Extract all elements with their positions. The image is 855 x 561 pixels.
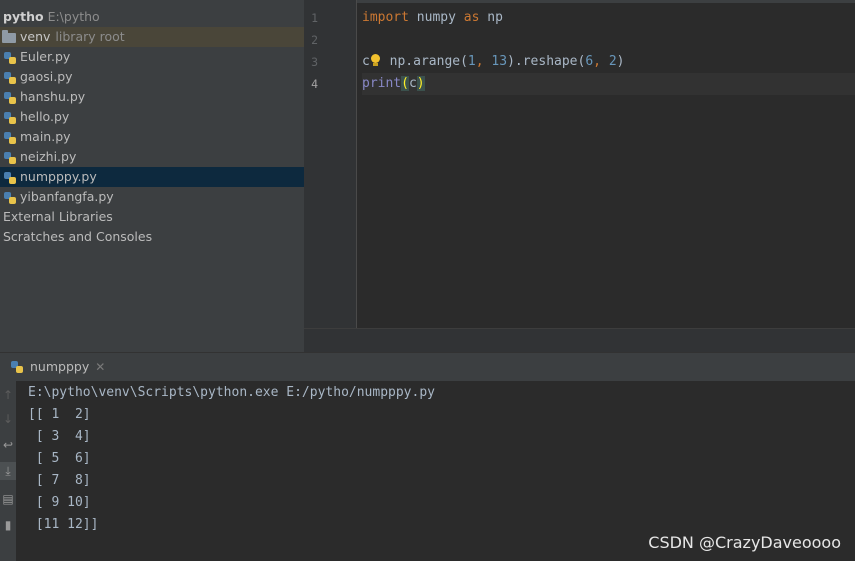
line-number-gutter: 1 2 3 4: [304, 0, 357, 328]
tree-item-external-libraries[interactable]: External Libraries: [0, 207, 304, 227]
number-literal: 6: [585, 54, 594, 69]
line-number-current: 4: [311, 77, 318, 91]
console-line: [ 5 6]: [28, 451, 91, 466]
file-label: yibanfangfa.py: [20, 189, 114, 204]
line-number: 3: [311, 55, 318, 69]
print-argument: c: [408, 76, 417, 91]
builtin-print: print: [362, 76, 402, 91]
file-label: hanshu.py: [20, 89, 86, 104]
python-file-icon: [4, 132, 16, 144]
code-line-4[interactable]: print(c): [362, 73, 855, 95]
print-icon[interactable]: ▤: [0, 490, 16, 508]
soft-wrap-icon[interactable]: ↩: [0, 436, 16, 454]
arrow-up-icon[interactable]: ↑: [0, 386, 16, 404]
tree-item-file[interactable]: neizhi.py: [0, 147, 304, 167]
console-output[interactable]: E:\pytho\venv\Scripts\python.exe E:/pyth…: [28, 382, 435, 536]
scroll-to-end-icon[interactable]: ⤓: [0, 462, 16, 480]
python-file-icon: [4, 52, 16, 64]
module-name: numpy: [408, 10, 464, 25]
editor-tab-strip: [304, 0, 855, 3]
paren-open: (: [401, 76, 409, 91]
venv-label: venv: [20, 29, 51, 44]
line-number: 2: [311, 33, 318, 47]
python-run-icon: [11, 361, 23, 373]
tree-item-file[interactable]: hanshu.py: [0, 87, 304, 107]
watermark: CSDN @CrazyDaveoooo: [648, 533, 841, 552]
code-text: ): [616, 54, 625, 69]
keyword-import: import: [362, 10, 409, 25]
python-file-icon: [4, 112, 16, 124]
run-tab-bar: numpppy ✕: [0, 352, 855, 381]
keyword-as: as: [463, 10, 480, 25]
project-name: pytho: [3, 9, 44, 24]
file-label: numpppy.py: [20, 169, 97, 184]
console-line: [ 7 8]: [28, 473, 91, 488]
trash-icon[interactable]: ▮: [0, 516, 16, 534]
tree-item-file-selected[interactable]: numpppy.py: [0, 167, 304, 187]
tree-item-file[interactable]: main.py: [0, 127, 304, 147]
arrow-down-icon[interactable]: ↓: [0, 410, 16, 428]
run-tab-numpppy[interactable]: numpppy ✕: [0, 353, 113, 381]
tree-root[interactable]: pytho E:\pytho: [0, 7, 304, 27]
file-label: hello.py: [20, 109, 70, 124]
console-line: [[ 1 2]: [28, 407, 91, 422]
run-tool-window: numpppy ✕ ↑ ↓ ↩ ⤓ ▤ ▮ E:\pytho\venv\Scrip…: [0, 352, 855, 561]
python-file-icon: [4, 72, 16, 84]
line-number: 1: [311, 11, 318, 25]
number-literal: 13: [491, 54, 508, 69]
external-libraries-label: External Libraries: [3, 209, 113, 224]
scratches-label: Scratches and Consoles: [3, 229, 153, 244]
module-alias: np: [479, 10, 503, 25]
comma: ,: [593, 54, 609, 69]
tree-item-venv[interactable]: venv library root: [0, 27, 304, 47]
tree-item-file[interactable]: yibanfangfa.py: [0, 187, 304, 207]
folder-icon: [2, 30, 16, 43]
number-literal: 1: [467, 54, 476, 69]
file-label: Euler.py: [20, 49, 71, 64]
python-file-icon: [4, 92, 16, 104]
code-line-3[interactable]: c np.arange(1, 13).reshape(6, 2): [362, 51, 624, 73]
project-tool-window: pytho E:\pytho venv library root Euler.py …: [0, 0, 304, 352]
code-text: ).reshape(: [507, 54, 586, 69]
variable-c: c: [362, 54, 370, 69]
file-label: main.py: [20, 129, 71, 144]
file-label: neizhi.py: [20, 149, 77, 164]
code-text: np.arange(: [381, 54, 468, 69]
paren-close: ): [416, 76, 425, 91]
console-line: [ 3 4]: [28, 429, 91, 444]
lightbulb-icon[interactable]: [370, 54, 382, 66]
python-file-icon: [4, 172, 16, 184]
close-icon[interactable]: ✕: [95, 360, 105, 374]
console-line: [ 9 10]: [28, 495, 91, 510]
console-line: [11 12]]: [28, 517, 99, 532]
venv-hint: library root: [55, 29, 125, 44]
run-toolbar: ↑ ↓ ↩ ⤓ ▤ ▮: [0, 380, 16, 561]
tree-item-file[interactable]: hello.py: [0, 107, 304, 127]
console-command: E:\pytho\venv\Scripts\python.exe E:/pyth…: [28, 385, 435, 400]
file-label: gaosi.py: [20, 69, 73, 84]
tree-item-scratches[interactable]: Scratches and Consoles: [0, 227, 304, 247]
run-tab-label: numpppy: [30, 359, 90, 374]
code-line-1[interactable]: import numpy as np: [362, 7, 503, 29]
project-path: E:\pytho: [47, 9, 100, 24]
code-editor[interactable]: 1 2 3 4 import numpy as np c np.arange(1…: [304, 0, 855, 353]
python-file-icon: [4, 152, 16, 164]
number-literal: 2: [608, 54, 617, 69]
python-file-icon: [4, 192, 16, 204]
tree-item-file[interactable]: Euler.py: [0, 47, 304, 67]
comma: ,: [475, 54, 492, 69]
editor-breadcrumb-bar: [304, 328, 855, 353]
tree-item-file[interactable]: gaosi.py: [0, 67, 304, 87]
